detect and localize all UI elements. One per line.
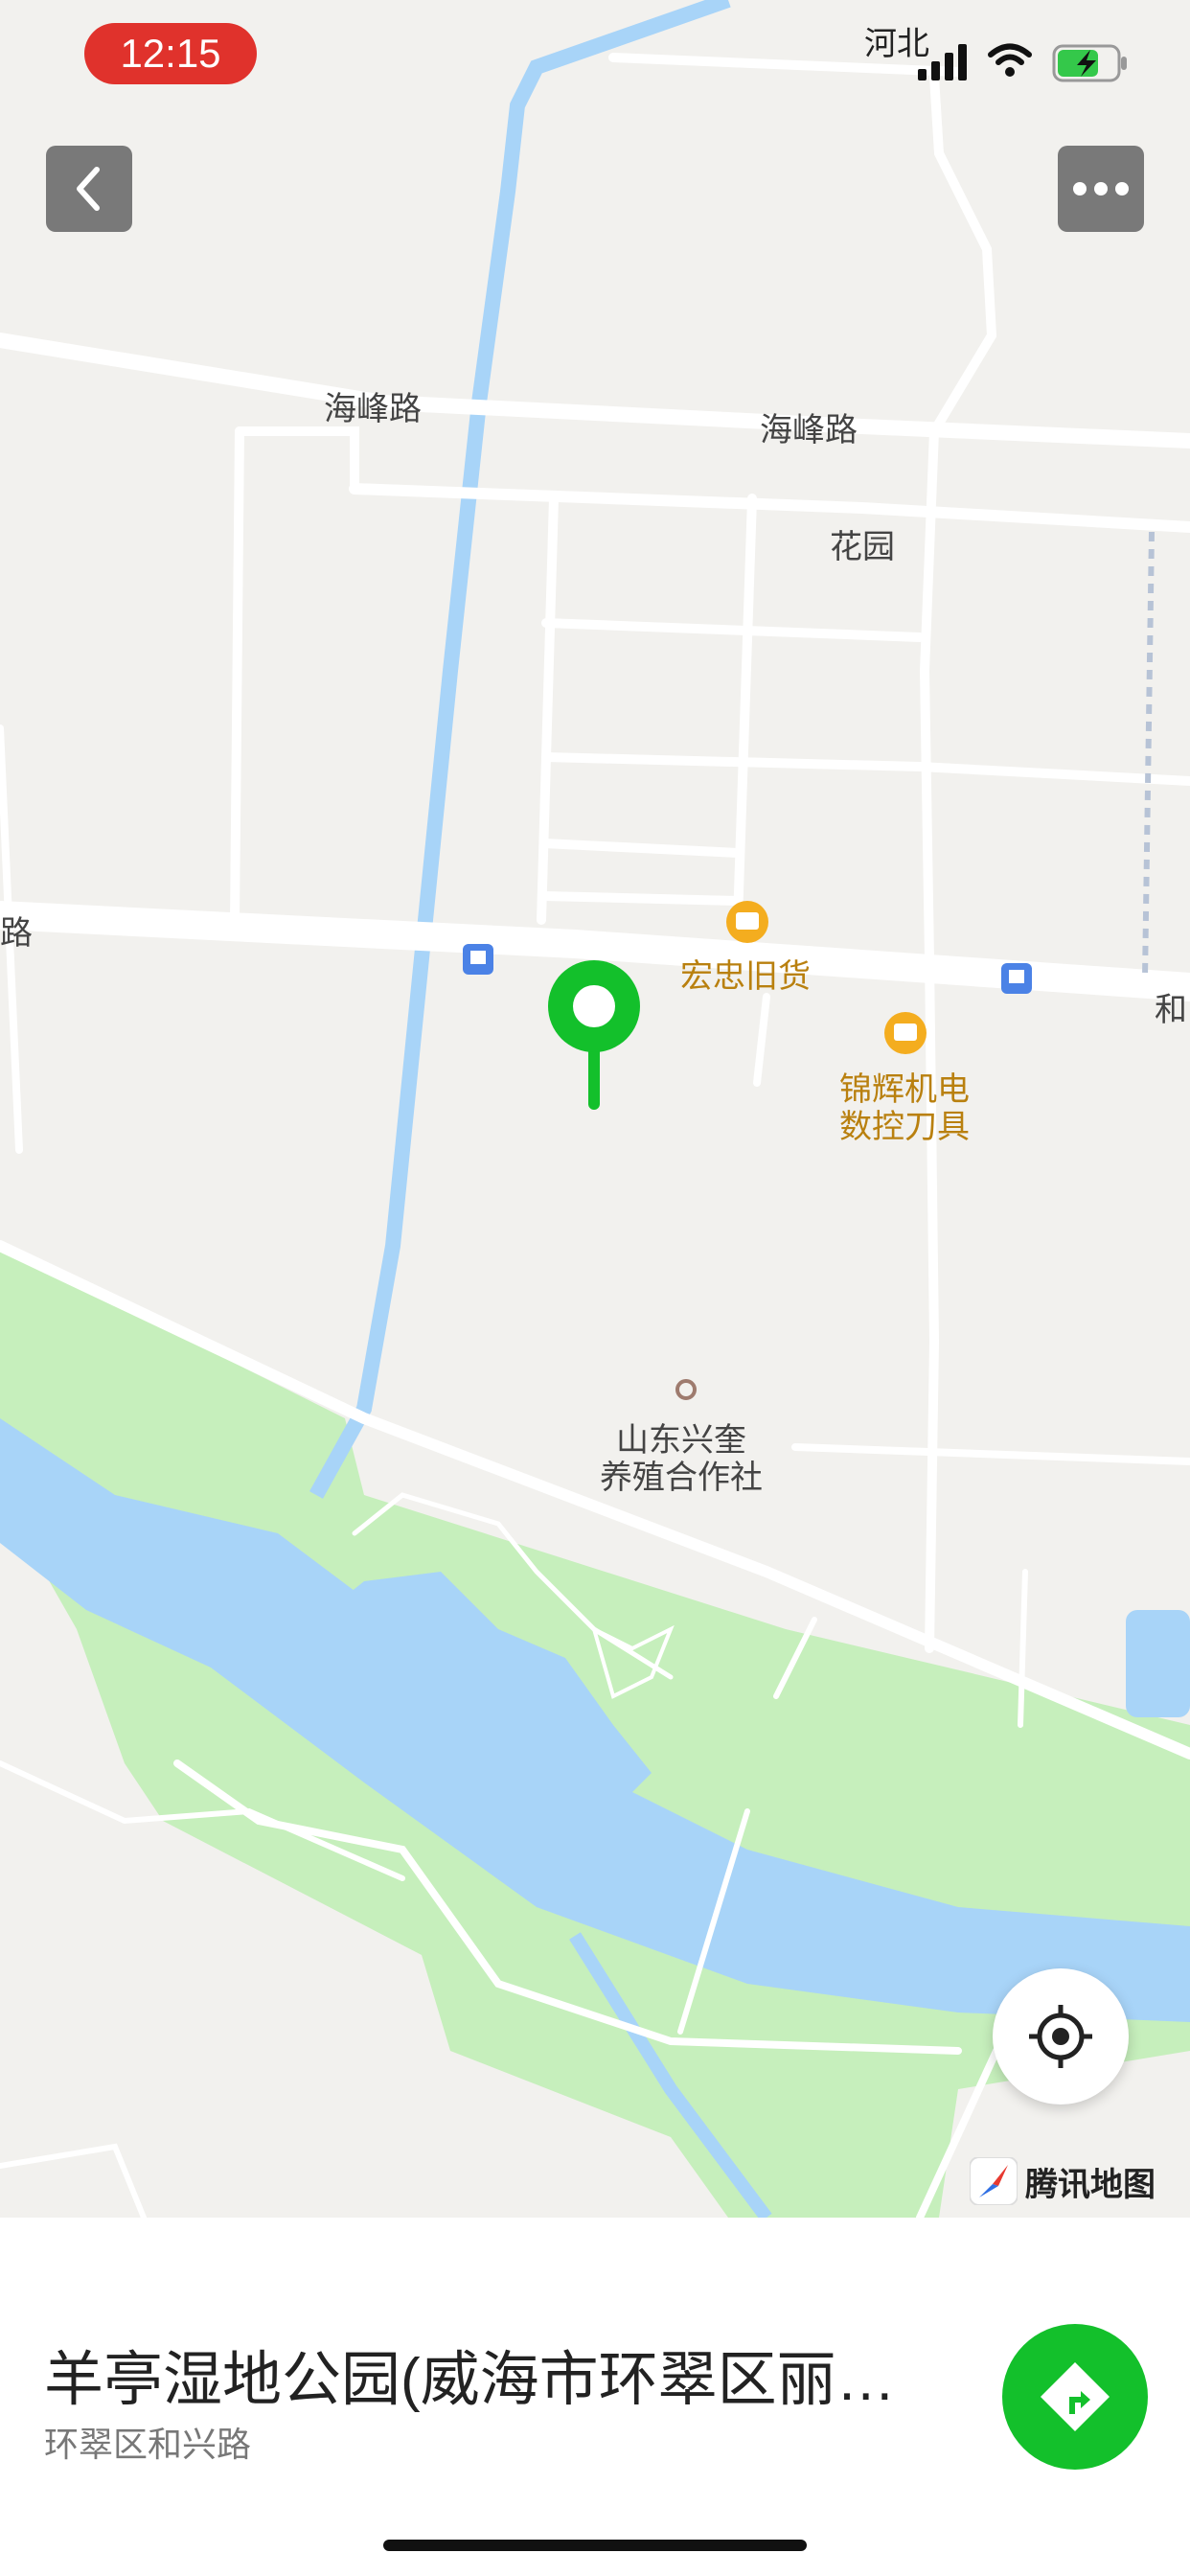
poi-label-line: 数控刀具	[839, 1109, 970, 1146]
place-info-sheet: 羊亭湿地公园(威海市环翠区丽… 环翠区和兴路	[0, 2218, 1190, 2576]
place-title[interactable]: 羊亭湿地公园(威海市环翠区丽…	[44, 2331, 945, 2417]
road-label-edge: 路	[0, 915, 33, 952]
poi-label-line: 山东兴奎	[616, 1422, 746, 1459]
navigate-button[interactable]	[1002, 2324, 1148, 2470]
more-button[interactable]	[1058, 146, 1144, 232]
more-dots-icon	[1073, 182, 1129, 196]
place-subtitle: 环翠区和兴路	[44, 2425, 252, 2464]
logo-text: 腾讯地图	[1025, 2166, 1156, 2203]
shop-icon	[726, 901, 768, 943]
pond	[1126, 1610, 1190, 1717]
poi-label-jinhui[interactable]: 锦辉机电 数控刀具	[839, 1071, 970, 1146]
locate-button[interactable]	[993, 1968, 1129, 2104]
shop-icon	[884, 1012, 927, 1054]
map-canvas[interactable]	[0, 0, 1190, 2218]
status-time[interactable]: 12:15	[84, 23, 257, 84]
poi-label-line: 锦辉机电	[839, 1071, 970, 1108]
navigate-arrow-icon	[1041, 2362, 1110, 2431]
area-label-garden: 花园	[830, 529, 895, 565]
bus-stop-icon	[1001, 963, 1032, 994]
map-view[interactable]: 海峰路 海峰路 路 和 花园 宏忠旧货 锦辉机电 数控刀具 山东兴奎 养殖合作社	[0, 0, 1190, 2218]
poi-label-line: 养殖合作社	[600, 1460, 763, 1497]
road-label-edge: 和	[1155, 992, 1187, 1028]
compass-logo-icon	[970, 2157, 1018, 2205]
chevron-left-icon	[77, 167, 100, 211]
wifi-icon	[988, 43, 1032, 77]
road-label-haifeng: 海峰路	[324, 391, 422, 427]
poi-label-shandong[interactable]: 山东兴奎 养殖合作社	[600, 1422, 763, 1497]
back-button[interactable]	[46, 146, 132, 232]
signal-icon	[918, 44, 967, 80]
tencent-map-logo: 腾讯地图	[970, 2156, 1156, 2206]
road-label-haifeng: 海峰路	[760, 412, 858, 448]
home-indicator[interactable]	[383, 2540, 807, 2551]
poi-label-hongzhong[interactable]: 宏忠旧货	[680, 958, 811, 996]
battery-icon	[1052, 44, 1127, 82]
bus-stop-icon	[463, 944, 493, 975]
crosshair-icon	[1029, 2005, 1092, 2068]
